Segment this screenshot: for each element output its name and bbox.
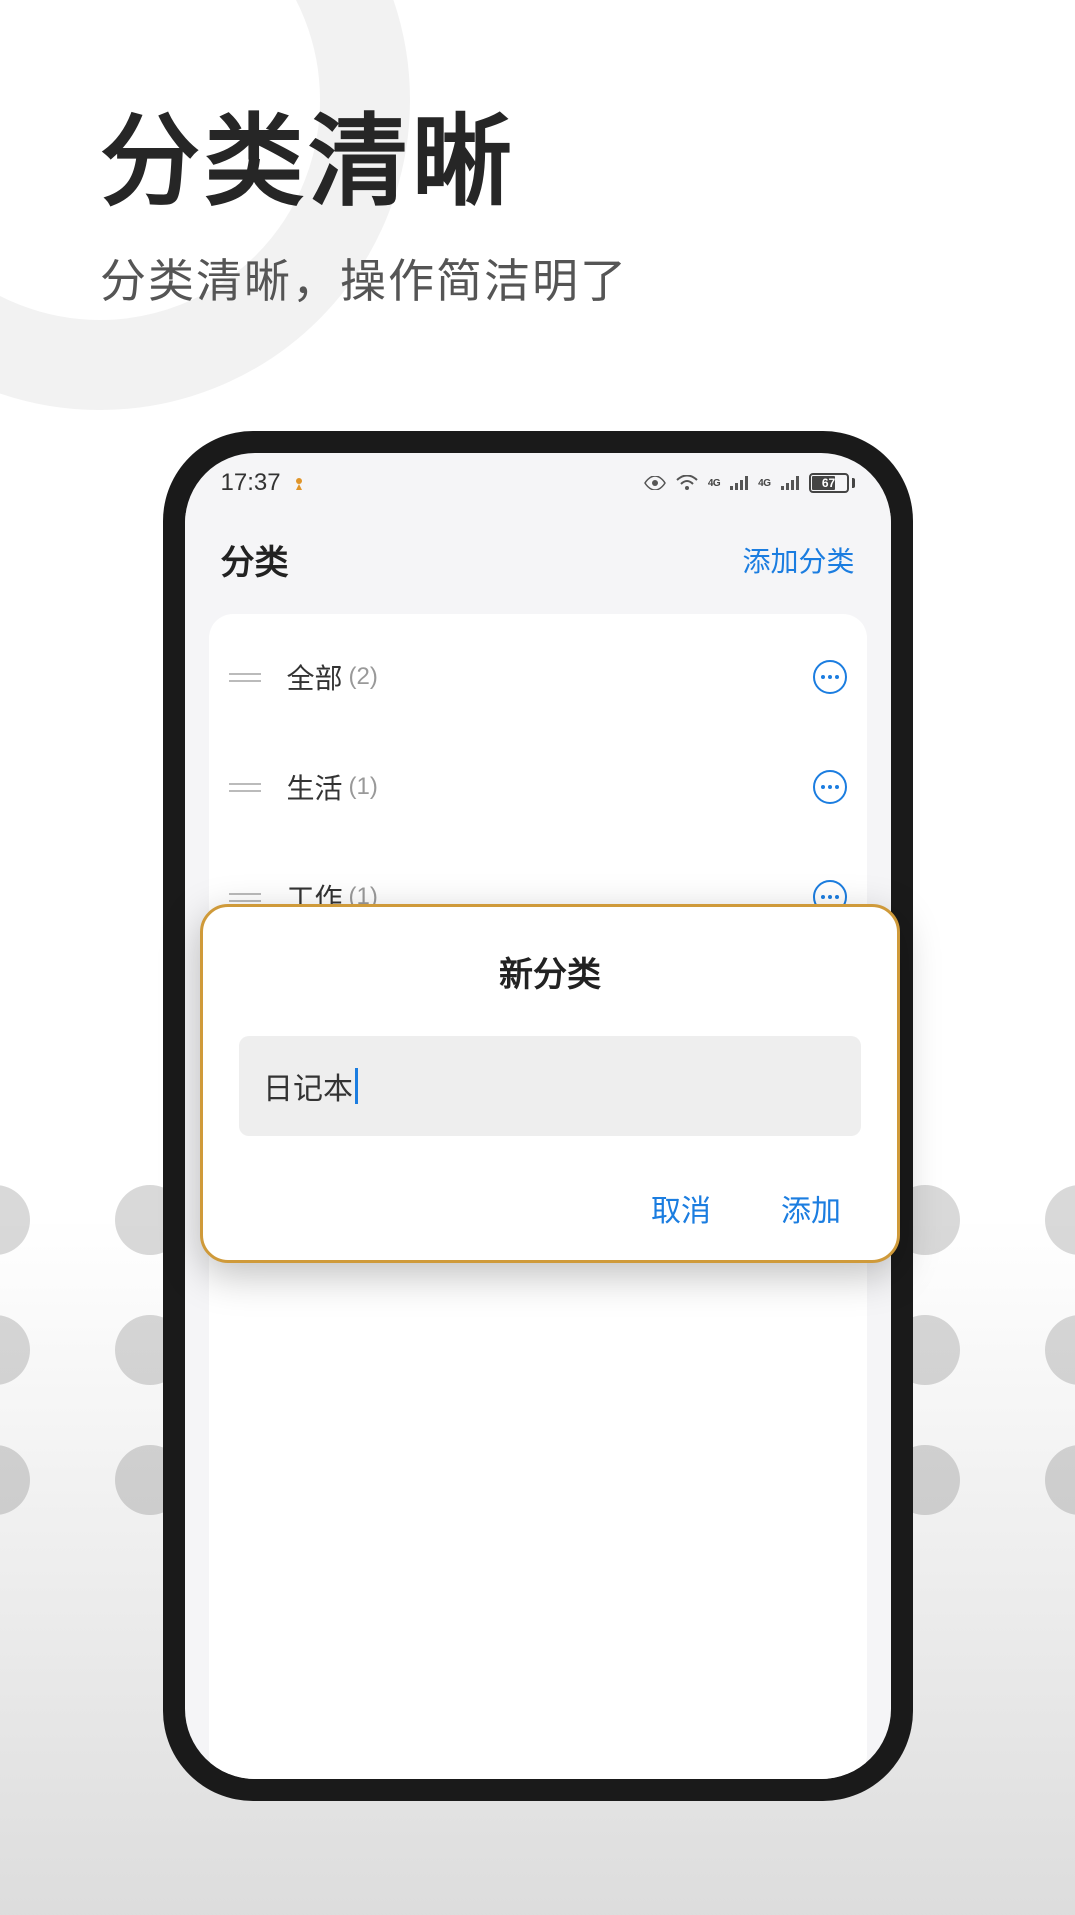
cancel-button[interactable]: 取消	[651, 1186, 711, 1230]
more-options-button[interactable]	[813, 660, 847, 694]
drag-handle-icon[interactable]	[229, 893, 261, 902]
network-label-1: 4G	[708, 478, 720, 489]
text-cursor	[355, 1068, 358, 1104]
promo-headline: 分类清晰 分类清晰，操作简洁明了	[0, 0, 1075, 311]
category-row[interactable]: 生活 (1)	[229, 732, 847, 842]
promo-subtitle: 分类清晰，操作简洁明了	[100, 245, 975, 311]
status-bar: 17:37 4G 4G 67	[185, 453, 891, 513]
dialog-title: 新分类	[239, 947, 861, 996]
category-row[interactable]: 全部 (2)	[229, 622, 847, 732]
category-label: 全部	[287, 657, 343, 697]
network-label-2: 4G	[758, 478, 770, 489]
eye-icon	[644, 476, 666, 490]
drag-handle-icon[interactable]	[229, 673, 261, 682]
signal-icon-1	[730, 476, 748, 490]
battery-percent: 67	[822, 476, 835, 490]
input-value: 日记本	[263, 1064, 353, 1108]
promo-title: 分类清晰	[100, 80, 975, 225]
add-category-button[interactable]: 添加分类	[742, 540, 854, 580]
app-header: 分类 添加分类	[185, 513, 891, 614]
drag-handle-icon[interactable]	[229, 783, 261, 792]
category-name-input[interactable]: 日记本	[239, 1036, 861, 1136]
category-count: (1)	[349, 773, 378, 801]
battery-indicator: 67	[809, 473, 855, 493]
status-time: 17:37	[221, 469, 281, 497]
category-label: 生活	[287, 767, 343, 807]
category-count: (2)	[349, 663, 378, 691]
page-title: 分类	[221, 535, 289, 584]
confirm-button[interactable]: 添加	[781, 1186, 841, 1230]
signal-icon-2	[781, 476, 799, 490]
wifi-icon	[676, 475, 698, 491]
more-options-button[interactable]	[813, 770, 847, 804]
carrier-icon	[291, 475, 307, 491]
new-category-dialog: 新分类 日记本 取消 添加	[200, 904, 900, 1263]
